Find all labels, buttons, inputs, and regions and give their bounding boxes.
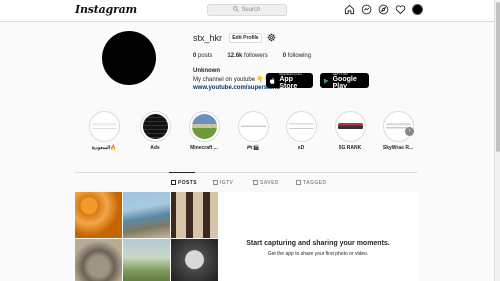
grid-icon xyxy=(171,180,176,185)
google-play-text: Google Play xyxy=(332,75,357,90)
highlight-thumbnail xyxy=(288,114,314,139)
highlight-label: السعودية🔥 xyxy=(91,145,117,151)
tab-posts[interactable]: POSTS xyxy=(171,180,197,186)
tab-tagged-label: TAGGED xyxy=(303,180,327,186)
highlight-label: 5G RANK xyxy=(338,145,362,151)
followers-label: followers xyxy=(244,53,268,59)
chevron-right-icon[interactable]: › xyxy=(405,127,414,136)
highlight-thumbnail xyxy=(142,114,168,139)
app-store-button[interactable]: Download on the App Store xyxy=(266,72,313,90)
following-stat[interactable]: 0 following xyxy=(283,53,311,59)
tabs-divider xyxy=(75,172,418,173)
highlight-thumbnail xyxy=(240,114,266,139)
highlight-item[interactable]: 🎮🎬 xyxy=(235,111,271,151)
sample-photo xyxy=(171,192,218,238)
posts-count: 0 xyxy=(193,53,197,59)
tab-saved[interactable]: SAVED xyxy=(253,180,279,186)
instagram-logo[interactable]: Instagram xyxy=(75,3,137,16)
gear-icon[interactable] xyxy=(267,33,276,42)
story-highlights: السعودية🔥 Ads Minecraft ... 🎮🎬 xD 5G RAN… xyxy=(86,111,426,156)
highlight-item[interactable]: Ads xyxy=(137,111,173,151)
sample-photo xyxy=(75,192,122,238)
app-store-text: App Store xyxy=(279,75,298,90)
apple-icon xyxy=(269,77,275,84)
following-count: 0 xyxy=(282,53,287,59)
explore-icon[interactable] xyxy=(378,4,389,15)
google-play-icon xyxy=(323,77,329,84)
followers-stat[interactable]: 12.6k followers xyxy=(227,53,267,59)
home-icon[interactable] xyxy=(344,4,355,15)
empty-state-title: Start capturing and sharing your moments… xyxy=(246,240,390,247)
avatar[interactable] xyxy=(412,4,423,15)
heart-icon[interactable] xyxy=(395,4,406,15)
search-input[interactable]: Search xyxy=(207,4,287,16)
sample-photo xyxy=(123,192,170,238)
highlight-item[interactable]: xD xyxy=(283,111,319,151)
highlight-label: SkyWras R... xyxy=(382,145,414,151)
empty-state-subtitle: Get the app to share your first photo or… xyxy=(267,251,369,257)
active-tab-indicator xyxy=(169,172,195,173)
highlight-label: Minecraft ... xyxy=(190,145,218,151)
following-label: following xyxy=(287,53,312,59)
search-icon xyxy=(233,6,240,12)
profile-stats: 0 posts 12.6k followers 0 following xyxy=(193,53,326,59)
highlight-thumbnail xyxy=(191,114,217,139)
highlight-item[interactable]: 5G RANK xyxy=(332,111,368,151)
scrollbar-thumb[interactable] xyxy=(496,2,500,152)
highlight-label: xD xyxy=(297,145,305,151)
igtv-icon xyxy=(213,180,218,185)
highlight-thumbnail xyxy=(337,114,363,139)
highlight-item[interactable]: السعودية🔥 xyxy=(86,111,122,151)
posts-stat: 0 posts xyxy=(193,53,212,59)
tab-posts-label: POSTS xyxy=(178,180,197,186)
profile-picture[interactable] xyxy=(102,31,156,85)
empty-state-panel: Start capturing and sharing your moments… xyxy=(218,192,418,281)
tab-igtv-label: IGTV xyxy=(220,180,234,186)
tab-saved-label: SAVED xyxy=(260,180,279,186)
username: stx_hkr xyxy=(193,33,223,43)
sample-photo xyxy=(123,239,170,281)
top-navbar: Instagram Search xyxy=(0,0,500,22)
posts-label: posts xyxy=(198,53,213,59)
bookmark-icon xyxy=(253,180,258,185)
highlight-thumbnail xyxy=(91,114,117,139)
edit-profile-button[interactable]: Edit Profile xyxy=(229,33,262,43)
tab-tagged[interactable]: TAGGED xyxy=(296,180,326,186)
followers-count: 12.6k xyxy=(227,53,243,59)
tab-igtv[interactable]: IGTV xyxy=(213,180,233,186)
sample-photo xyxy=(75,239,122,281)
highlight-item[interactable]: Minecraft ... xyxy=(186,111,222,151)
full-name: Unknown xyxy=(193,68,220,74)
highlight-label: Ads xyxy=(150,145,160,151)
messenger-icon[interactable] xyxy=(361,4,372,15)
bio-text: My channel on youtube 👇👇 xyxy=(193,77,272,83)
google-play-button[interactable]: GET IT ON Google Play xyxy=(320,72,369,90)
sample-photo xyxy=(171,239,218,281)
page-scrollbar[interactable] xyxy=(494,0,500,281)
search-placeholder: Search xyxy=(241,7,261,13)
sample-photo-grid xyxy=(75,192,218,281)
tag-icon xyxy=(296,180,301,185)
highlight-label: 🎮🎬 xyxy=(246,145,260,151)
